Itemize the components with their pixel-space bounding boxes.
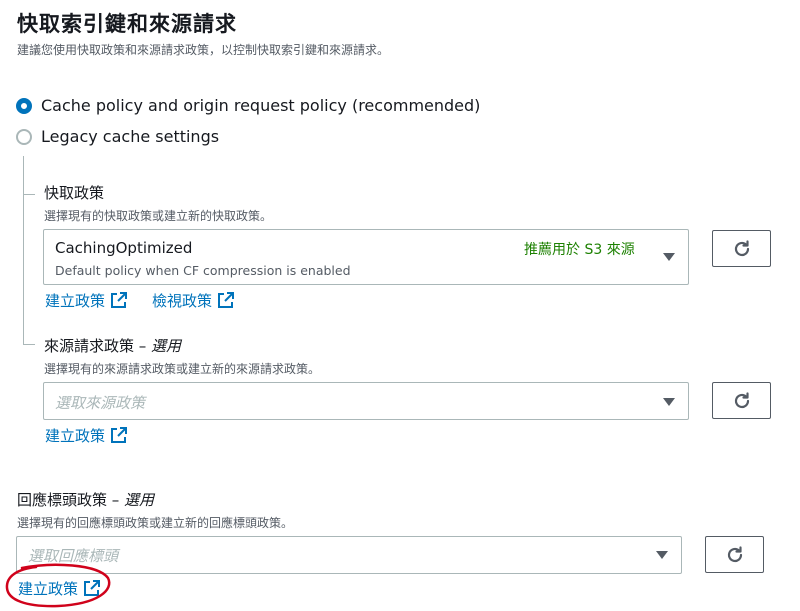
page-title: 快取索引鍵和來源請求 [17, 12, 237, 36]
view-cache-policy-label: 檢視政策 [152, 292, 213, 310]
origin-request-policy-select[interactable]: 選取來源政策 [43, 382, 689, 420]
external-link-icon [111, 427, 128, 443]
caret-down-icon[interactable] [656, 551, 668, 559]
tree-connector-branch [23, 194, 35, 195]
external-link-icon [218, 292, 235, 308]
response-headers-policy-label: 回應標頭政策 – 選用 [17, 489, 154, 510]
cache-policy-select[interactable]: CachingOptimized 推薦用於 S3 來源 Default poli… [43, 229, 689, 285]
refresh-icon [734, 391, 749, 408]
radio-unselected-icon[interactable] [16, 128, 32, 145]
optional-tag: 選用 [151, 337, 182, 355]
origin-request-policy-description: 選擇現有的來源請求政策或建立新的來源請求政策。 [44, 362, 321, 376]
refresh-icon [727, 545, 742, 562]
create-cache-policy-label: 建立政策 [45, 292, 106, 310]
response-headers-policy-select[interactable]: 選取回應標頭 [16, 536, 682, 574]
refresh-origin-policies-button[interactable] [712, 382, 771, 419]
page-description: 建議您使用快取政策和來源請求政策，以控制快取索引鍵和來源請求。 [17, 43, 390, 57]
response-headers-policy-label-text: 回應標頭政策 – [17, 491, 125, 509]
cache-policy-label: 快取政策 [44, 184, 105, 202]
recommended-badge: 推薦用於 S3 來源 [524, 242, 635, 258]
cache-policy-selected-name: CachingOptimized [55, 239, 193, 257]
refresh-cache-policies-button[interactable] [712, 230, 771, 267]
cache-policy-selected-description: Default policy when CF compression is en… [55, 263, 351, 278]
radio-cache-policy[interactable]: Cache policy and origin request policy (… [16, 96, 480, 115]
origin-request-policy-label-text: 來源請求政策 – [44, 337, 152, 355]
radio-legacy-cache[interactable]: Legacy cache settings [16, 127, 219, 146]
radio-selected-icon[interactable] [16, 97, 32, 114]
cache-policy-description: 選擇現有的快取政策或建立新的快取政策。 [44, 209, 273, 223]
create-origin-request-policy-link[interactable]: 建立政策 [45, 425, 128, 446]
annotation-circle [5, 563, 111, 608]
origin-request-policy-placeholder: 選取來源政策 [55, 394, 146, 412]
caret-down-icon[interactable] [663, 253, 675, 261]
tree-connector [23, 156, 24, 344]
origin-request-policy-label: 來源請求政策 – 選用 [44, 335, 181, 356]
external-link-icon [111, 292, 128, 308]
radio-legacy-label: Legacy cache settings [41, 127, 220, 146]
caret-down-icon[interactable] [663, 398, 675, 406]
refresh-icon [734, 239, 749, 256]
tree-connector-branch [23, 344, 35, 345]
create-cache-policy-link[interactable]: 建立政策 [45, 290, 128, 311]
radio-cache-policy-label: Cache policy and origin request policy (… [41, 96, 481, 115]
optional-tag: 選用 [124, 491, 155, 509]
create-origin-request-policy-label: 建立政策 [45, 427, 106, 445]
response-headers-policy-description: 選擇現有的回應標頭政策或建立新的回應標頭政策。 [17, 516, 294, 530]
refresh-response-headers-policies-button[interactable] [705, 536, 764, 573]
view-cache-policy-link[interactable]: 檢視政策 [152, 290, 235, 311]
